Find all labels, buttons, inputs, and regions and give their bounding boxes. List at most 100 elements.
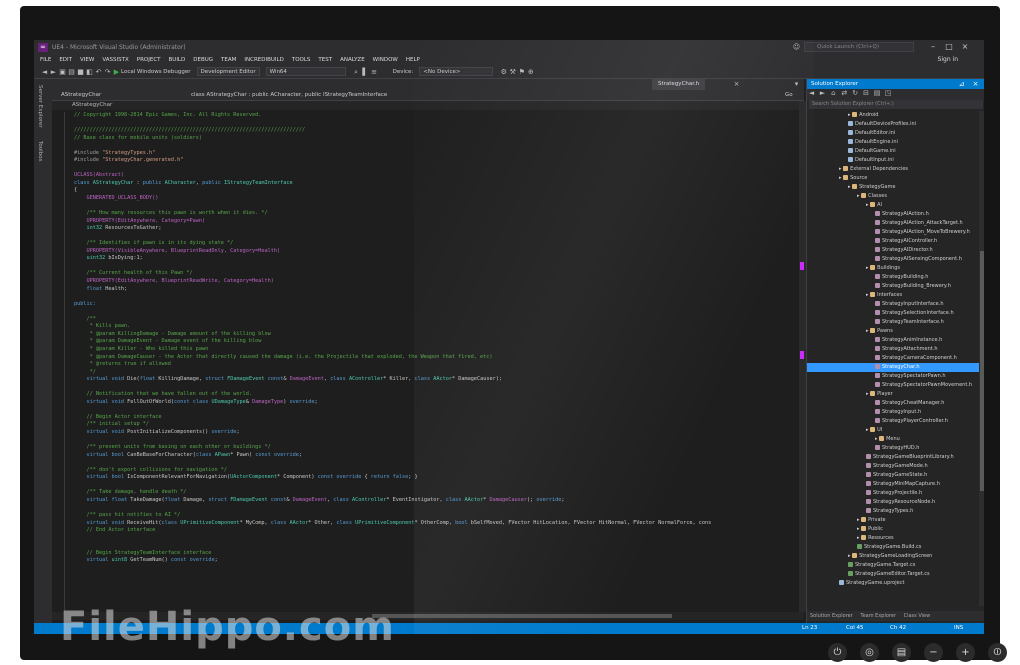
- tool-icon[interactable]: ⚙: [499, 68, 508, 76]
- back-icon[interactable]: ◄: [807, 89, 816, 97]
- back-icon[interactable]: ◄: [40, 68, 49, 76]
- code-line[interactable]: * @param Killer - Who killed this pawn: [74, 346, 711, 354]
- tree-item[interactable]: StrategyAnimInstance.h: [807, 336, 979, 345]
- tree-item[interactable]: ▸ AI: [807, 201, 979, 210]
- code-line[interactable]: // Begin StrategyTeamInterface interface: [74, 550, 711, 558]
- device-select[interactable]: <No Device>: [419, 67, 494, 76]
- comment-icon[interactable]: ≡: [370, 68, 379, 76]
- tree-item[interactable]: StrategyCameraComponent.h: [807, 354, 979, 363]
- code-line[interactable]: [74, 203, 711, 211]
- code-line[interactable]: [74, 406, 711, 414]
- solution-search-input[interactable]: Search Solution Explorer (Ctrl+;): [809, 100, 983, 109]
- bookmark-icon[interactable]: ▌: [361, 68, 370, 76]
- undo-icon[interactable]: ↶: [94, 68, 103, 76]
- code-line[interactable]: // Notification that we have fallen out …: [74, 391, 711, 399]
- tree-item[interactable]: DefaultEditor.ini: [807, 129, 979, 138]
- code-line[interactable]: [74, 263, 711, 271]
- menu-vassistx[interactable]: VASSISTX: [102, 57, 128, 63]
- tree-item[interactable]: StrategyBuilding_Brewery.h: [807, 282, 979, 291]
- menu-incredibuild[interactable]: INCREDIBUILD: [244, 57, 283, 63]
- code-line[interactable]: UPROPERTY(EditAnywhere, BlueprintReadWri…: [74, 278, 711, 286]
- sync-icon[interactable]: ⇄: [840, 89, 849, 97]
- scroll-thumb[interactable]: [980, 251, 984, 491]
- forward-icon[interactable]: ►: [818, 89, 827, 97]
- tree-item[interactable]: StrategyGame.Build.cs: [807, 543, 979, 552]
- platform-select[interactable]: Win64: [265, 67, 346, 76]
- code-line[interactable]: [74, 165, 711, 173]
- code-line[interactable]: virtual bool CanBeBaseForCharacter(class…: [74, 452, 711, 460]
- type-select[interactable]: AStrategyChar: [58, 91, 168, 100]
- code-line[interactable]: [74, 293, 711, 301]
- new-project-icon[interactable]: ▣: [58, 68, 67, 76]
- code-line[interactable]: /** How many resources this pawn is wort…: [74, 210, 711, 218]
- menu-tools[interactable]: TOOLS: [292, 57, 311, 63]
- configuration-select[interactable]: Development Editor: [196, 67, 260, 76]
- close-icon[interactable]: ×: [971, 80, 980, 88]
- close-button[interactable]: ×: [958, 41, 972, 53]
- tab-strategychar-h[interactable]: StrategyChar.h: [652, 79, 706, 90]
- refresh-icon[interactable]: ↻: [851, 89, 860, 97]
- code-line[interactable]: /** pass hit notifies to AI */: [74, 512, 711, 520]
- tree-item[interactable]: StrategySpectatorPawnMovement.h: [807, 381, 979, 390]
- tree-item[interactable]: StrategyAISensingComponent.h: [807, 255, 979, 264]
- tree-item[interactable]: ▸ Source: [807, 174, 979, 183]
- code-line[interactable]: // Copyright 1998-2014 Epic Games, Inc. …: [74, 112, 711, 120]
- tree-item[interactable]: StrategyHUD.h: [807, 444, 979, 453]
- home-icon[interactable]: ⌂: [829, 89, 838, 97]
- save-icon[interactable]: ■: [76, 68, 85, 76]
- tree-item[interactable]: StrategyAIDirector.h: [807, 246, 979, 255]
- tree-item[interactable]: StrategySelectionInterface.h: [807, 309, 979, 318]
- code-line[interactable]: #include "StrategyTypes.h": [74, 150, 711, 158]
- preview-icon[interactable]: ◳: [883, 89, 892, 97]
- tree-item[interactable]: StrategyInput.h: [807, 408, 979, 417]
- code-line[interactable]: virtual void PostInitializeComponents() …: [74, 429, 711, 437]
- code-line[interactable]: * @param DamageEvent - Damage event of t…: [74, 338, 711, 346]
- tree-item[interactable]: StrategyGame.uproject: [807, 579, 979, 588]
- code-line[interactable]: [74, 233, 711, 241]
- plus-icon[interactable]: +: [956, 643, 975, 662]
- minimize-button[interactable]: –: [926, 41, 940, 53]
- sign-in-link[interactable]: Sign in: [938, 56, 958, 63]
- tree-item[interactable]: ▸ Player: [807, 390, 979, 399]
- code-line[interactable]: class AStrategyChar : public ACharacter,…: [74, 180, 711, 188]
- menu-test[interactable]: TEST: [318, 57, 332, 63]
- code-line[interactable]: virtual void Die(float KillingDamage, st…: [74, 376, 711, 384]
- code-line[interactable]: float Health;: [74, 286, 711, 294]
- code-line[interactable]: [74, 535, 711, 543]
- tree-item[interactable]: ▸ Interfaces: [807, 291, 979, 300]
- code-editor[interactable]: AStrategyChar // Copyright 1998-2014 Epi…: [52, 101, 799, 612]
- quick-launch-input[interactable]: Quick Launch (Ctrl+Q): [804, 42, 914, 52]
- menu-project[interactable]: PROJECT: [137, 57, 161, 63]
- code-line[interactable]: UPROPERTY(EditAnywhere, Category=Pawn): [74, 218, 711, 226]
- tree-item[interactable]: StrategyGameEditor.Target.cs: [807, 570, 979, 579]
- code-line[interactable]: /** Current health of this Pawn */: [74, 270, 711, 278]
- tree-item[interactable]: StrategyAIController.h: [807, 237, 979, 246]
- tree-item[interactable]: StrategyTeamInterface.h: [807, 318, 979, 327]
- maximize-button[interactable]: □: [942, 41, 956, 53]
- tree-item[interactable]: ▸ Private: [807, 516, 979, 525]
- menu-view[interactable]: VIEW: [80, 57, 94, 63]
- code-line[interactable]: * @param KillingDamage - Damage amount o…: [74, 331, 711, 339]
- menu-debug[interactable]: DEBUG: [193, 57, 213, 63]
- go-button[interactable]: Go: [782, 91, 802, 100]
- tree-item[interactable]: StrategyAttachment.h: [807, 345, 979, 354]
- tree-item[interactable]: StrategyGameState.h: [807, 471, 979, 480]
- menu-file[interactable]: FILE: [40, 57, 51, 63]
- debugger-label[interactable]: Local Windows Debugger: [121, 69, 191, 75]
- build-icon[interactable]: ⚒: [508, 68, 517, 76]
- tree-item[interactable]: StrategyAIAction_MoveToBrewery.h: [807, 228, 979, 237]
- code-line[interactable]: * @param DamageCauser - the Actor that d…: [74, 354, 711, 362]
- menu-help[interactable]: HELP: [406, 57, 420, 63]
- code-line[interactable]: * Kills pawn.: [74, 323, 711, 331]
- tree-item[interactable]: ▸ Pawns: [807, 327, 979, 336]
- tree-item[interactable]: StrategyGameMode.h: [807, 462, 979, 471]
- code-line[interactable]: /** Identifies if pawn is in its dying s…: [74, 240, 711, 248]
- code-line[interactable]: [74, 437, 711, 445]
- tree-item[interactable]: ▸ StrategyGame: [807, 183, 979, 192]
- open-icon[interactable]: ▤: [67, 68, 76, 76]
- code-line[interactable]: [74, 142, 711, 150]
- tree-item[interactable]: StrategyTypes.h: [807, 507, 979, 516]
- tree-item[interactable]: DefaultGame.ini: [807, 147, 979, 156]
- code-lines[interactable]: // Copyright 1998-2014 Epic Games, Inc. …: [74, 112, 711, 565]
- code-line[interactable]: /** prevent units from basing on each ot…: [74, 444, 711, 452]
